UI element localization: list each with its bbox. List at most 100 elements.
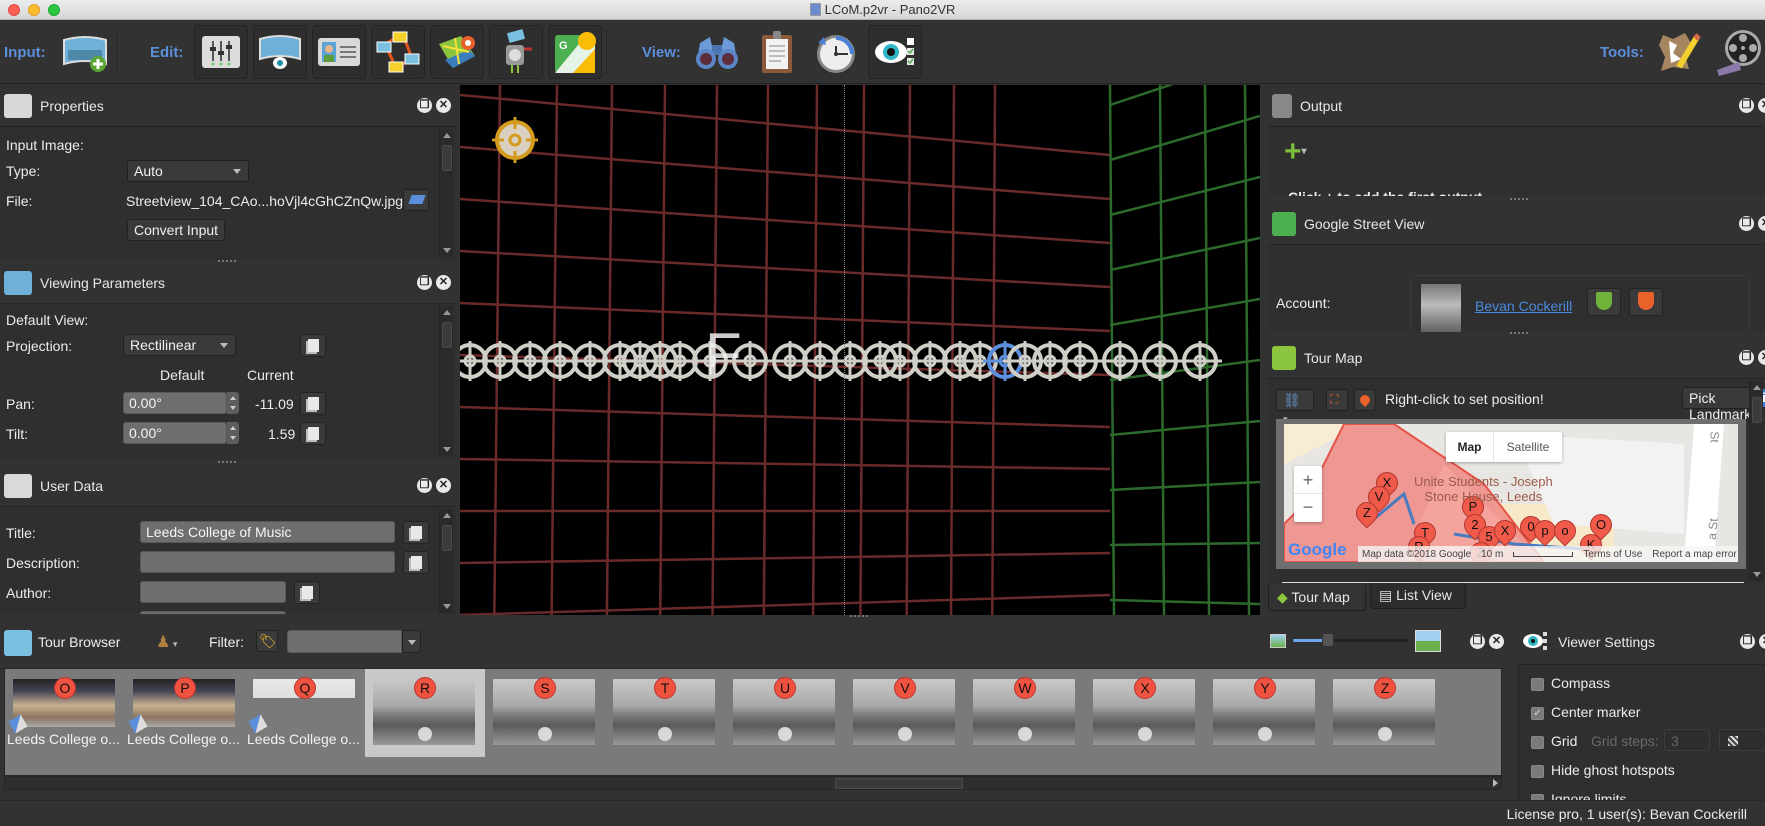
tour-node-thumbnail[interactable]: Z <box>1325 669 1445 761</box>
pan-default-input[interactable]: 0.00° <box>123 392 227 414</box>
tour-node-thumbnail[interactable]: V <box>845 669 965 761</box>
tour-node-thumbnail[interactable]: Q Leeds College o... <box>245 669 365 761</box>
tilt-spinner[interactable] <box>227 422 239 444</box>
next-field-input[interactable] <box>140 611 286 614</box>
default-view-target-icon[interactable] <box>490 115 540 165</box>
projection-select[interactable]: Rectilinear <box>123 334 236 356</box>
map-type-satellite-button[interactable]: Satellite <box>1494 432 1562 462</box>
fit-map-button[interactable]: ⛶ <box>1326 389 1348 411</box>
close-panel-button[interactable]: ✕ <box>1489 634 1504 649</box>
skin-editor-button[interactable] <box>1652 25 1706 79</box>
tour-browser-hscrollbar[interactable] <box>4 776 1502 790</box>
copy-description-button[interactable] <box>403 551 429 574</box>
tour-map-button[interactable] <box>430 25 484 79</box>
resize-grip[interactable] <box>1510 198 1528 201</box>
google-map[interactable]: XVZTRP25X0poKZO Map Satellite Unite Stud… <box>1284 424 1738 562</box>
map-zoom-in-button[interactable]: + <box>1294 466 1322 494</box>
float-panel-button[interactable]: ❐ <box>417 275 432 290</box>
convert-input-button[interactable]: Convert Input <box>127 219 226 241</box>
close-panel-button[interactable]: ✕ <box>436 478 451 493</box>
animation-button[interactable] <box>808 25 862 79</box>
link-mode-button[interactable]: ⛓ ▾ <box>1276 389 1314 424</box>
resize-grip[interactable] <box>1510 332 1528 335</box>
tour-node-thumbnail[interactable]: U <box>725 669 845 761</box>
tour-node-thumbnail[interactable]: Y <box>1205 669 1325 761</box>
type-select[interactable]: Auto <box>127 160 249 182</box>
properties-scrollbar[interactable] <box>439 129 453 257</box>
checkbox-hide-ghost-hotspots[interactable] <box>1531 765 1544 778</box>
float-panel-button[interactable]: ❐ <box>417 98 432 113</box>
filter-dropdown-button[interactable] <box>402 630 421 653</box>
copy-author-button[interactable] <box>294 581 320 604</box>
account-link[interactable]: Bevan Cockerill <box>1475 298 1572 314</box>
tour-browser-strip[interactable]: O Leeds College o... P Leeds College o... Q L… <box>4 668 1502 776</box>
title-input[interactable]: Leeds College of Music <box>140 521 395 543</box>
google-street-view-button[interactable]: G <box>548 25 602 79</box>
float-panel-button[interactable]: ❐ <box>1470 634 1485 649</box>
browse-file-button[interactable] <box>403 189 429 211</box>
float-panel-button[interactable]: ❐ <box>1740 634 1755 649</box>
resize-grip[interactable] <box>218 260 236 263</box>
tour-node-thumbnail[interactable]: O Leeds College o... <box>5 669 125 761</box>
filter-tag-button[interactable]: 🏷 <box>256 630 278 652</box>
close-panel-button[interactable]: ✕ <box>436 98 451 113</box>
tour-node-thumbnail[interactable]: R <box>365 669 485 757</box>
add-panorama-button[interactable] <box>58 25 112 79</box>
copy-title-button[interactable] <box>403 521 429 544</box>
video-button[interactable] <box>1712 25 1765 79</box>
slider-handle[interactable] <box>1321 633 1334 647</box>
thumbnail-size-slider[interactable] <box>1293 633 1409 647</box>
authorize-button[interactable] <box>1587 288 1621 316</box>
user-data-button[interactable] <box>312 25 366 79</box>
viewing-parameters-scrollbar[interactable] <box>439 306 453 456</box>
tour-node-thumbnail[interactable]: X <box>1085 669 1205 761</box>
viewing-parameters-button[interactable] <box>253 25 307 79</box>
copy-projection-button[interactable] <box>300 334 326 357</box>
tour-browser-button[interactable] <box>371 25 425 79</box>
grid-color-select[interactable] <box>1719 729 1765 751</box>
float-panel-button[interactable]: ❐ <box>1739 350 1754 365</box>
resize-grip[interactable] <box>850 615 868 618</box>
close-panel-button[interactable]: ✕ <box>436 275 451 290</box>
tour-node-thumbnail[interactable]: P Leeds College o... <box>125 669 245 761</box>
tour-node-thumbnail[interactable]: W <box>965 669 1085 761</box>
copy-tilt-button[interactable] <box>300 422 326 445</box>
tour-map-scrollbar[interactable] <box>1749 381 1763 581</box>
preview-button[interactable] <box>690 25 744 79</box>
map-type-map-button[interactable]: Map <box>1446 432 1494 462</box>
float-panel-button[interactable]: ❐ <box>1739 216 1754 231</box>
set-position-button[interactable] <box>1354 389 1376 411</box>
checkbox-compass[interactable] <box>1531 678 1544 691</box>
viewer-settings-button[interactable] <box>868 25 922 79</box>
scroll-thumb[interactable] <box>835 778 963 789</box>
grid-steps-input[interactable]: 3 <box>1664 729 1710 751</box>
revoke-button[interactable] <box>1629 288 1663 316</box>
hotspot-target-icon[interactable] <box>1178 341 1222 381</box>
filter-input[interactable] <box>287 630 402 653</box>
scroll-right-icon[interactable] <box>1493 779 1498 787</box>
resize-grip[interactable] <box>218 461 236 464</box>
description-input[interactable] <box>140 551 395 573</box>
copy-pan-button[interactable] <box>300 392 326 415</box>
tab-tour-map[interactable]: ◆ Tour Map <box>1268 585 1366 611</box>
add-output-button[interactable]: +▾ <box>1284 137 1307 167</box>
notes-button[interactable] <box>750 25 804 79</box>
tour-node-thumbnail[interactable]: T <box>605 669 725 761</box>
float-panel-button[interactable]: ❐ <box>1739 98 1754 113</box>
checkbox-center-marker[interactable]: ✓ <box>1531 707 1544 720</box>
properties-button[interactable] <box>194 25 248 79</box>
map-terms-link[interactable]: Terms of Use <box>1583 549 1642 560</box>
author-input[interactable] <box>140 581 286 603</box>
checkbox-grid[interactable] <box>1531 736 1544 749</box>
tab-list-view[interactable]: ▤ List View <box>1370 583 1466 609</box>
tour-node-thumbnail[interactable]: S <box>485 669 605 761</box>
user-data-scrollbar[interactable] <box>439 509 453 613</box>
map-zoom-out-button[interactable]: − <box>1294 494 1322 521</box>
float-panel-button[interactable]: ❐ <box>417 478 432 493</box>
output-button[interactable] <box>489 25 543 79</box>
pan-spinner[interactable] <box>227 392 239 414</box>
tilt-default-input[interactable]: 0.00° <box>123 422 227 444</box>
map-report-link[interactable]: Report a map error <box>1652 549 1736 560</box>
stamp-menu-button[interactable]: ♟ ▾ <box>156 632 177 652</box>
panorama-viewer[interactable]: F <box>460 85 1260 615</box>
